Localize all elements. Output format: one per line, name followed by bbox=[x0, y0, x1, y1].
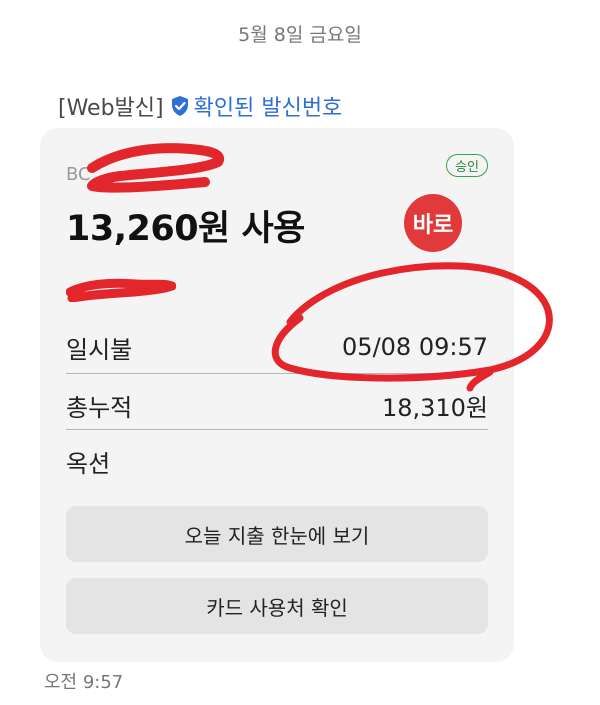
payment-notification-card: BC 승인 13,260원 사용 바로 일시불 05/08 09:57 총누적 … bbox=[40, 128, 514, 662]
row-installment-label: 일시불 bbox=[66, 335, 133, 364]
card-usage-button[interactable]: 카드 사용처 확인 bbox=[66, 578, 488, 634]
sender-line: [Web발신] 확인된 발신번호 bbox=[58, 90, 342, 122]
row-installment-value: 05/08 09:57 bbox=[342, 333, 488, 361]
verified-sender-label: 확인된 발신번호 bbox=[193, 96, 343, 121]
sender-tag: [Web발신] bbox=[58, 96, 164, 121]
shield-check-icon bbox=[170, 95, 190, 117]
approved-badge: 승인 bbox=[446, 154, 488, 177]
baro-logo: 바로 bbox=[404, 194, 462, 252]
date-header: 5월 8일 금요일 bbox=[238, 24, 362, 46]
today-spending-button[interactable]: 오늘 지출 한눈에 보기 bbox=[66, 506, 488, 562]
card-issuer: BC bbox=[66, 164, 91, 185]
row-cumulative: 총누적 18,310원 bbox=[66, 384, 488, 426]
row-cumulative-value: 18,310원 bbox=[381, 393, 488, 422]
redacted-name-scribble bbox=[66, 278, 176, 302]
divider bbox=[66, 429, 488, 430]
message-timestamp: 오전 9:57 bbox=[44, 672, 124, 693]
card-issuer-prefix: BC bbox=[66, 164, 91, 185]
row-merchant-label: 옥션 bbox=[66, 449, 111, 478]
row-merchant: 옥션 bbox=[66, 440, 488, 482]
row-installment: 일시불 05/08 09:57 bbox=[66, 326, 488, 368]
payment-amount: 13,260원 사용 bbox=[66, 209, 305, 249]
divider bbox=[66, 373, 488, 374]
row-cumulative-label: 총누적 bbox=[66, 393, 133, 422]
